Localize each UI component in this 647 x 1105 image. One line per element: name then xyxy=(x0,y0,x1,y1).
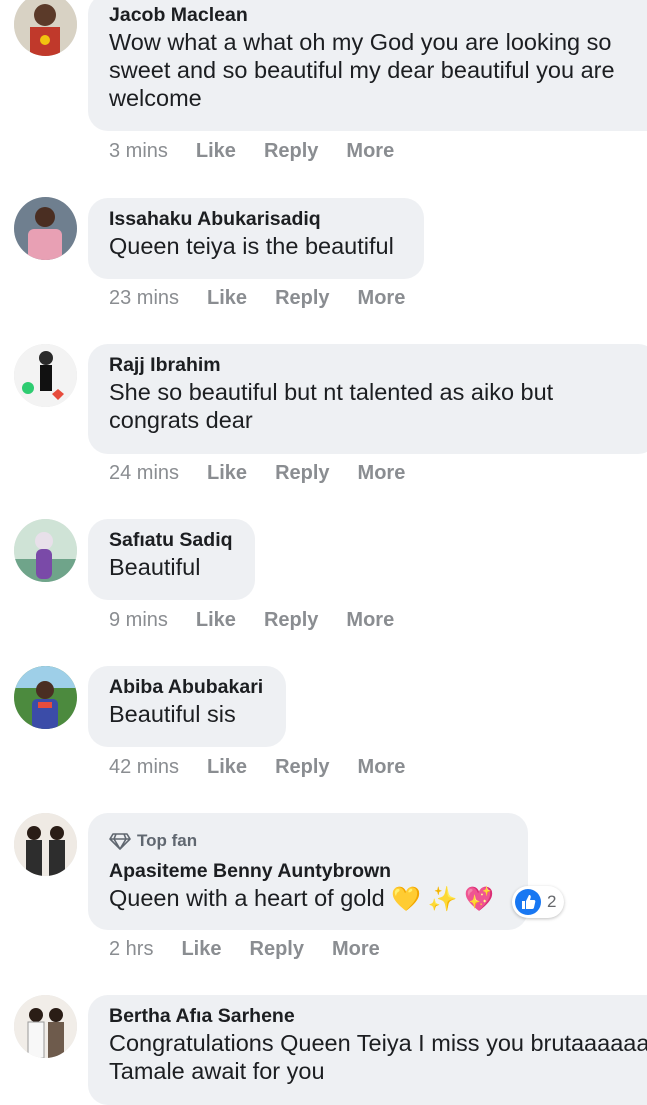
avatar[interactable] xyxy=(14,666,77,729)
comment-author[interactable]: Issahaku Abukarisadiq xyxy=(109,207,404,232)
like-button[interactable]: Like xyxy=(207,287,247,310)
comment-text: She so beautiful but nt talented as aiko… xyxy=(109,379,554,433)
avatar[interactable] xyxy=(14,0,77,56)
comment-author[interactable]: Abiba Abubakari xyxy=(109,675,266,700)
comment-text: Beautiful sis xyxy=(109,701,236,727)
avatar[interactable] xyxy=(14,197,77,260)
reply-button[interactable]: Reply xyxy=(264,609,318,632)
comment-bubble: Jacob Maclean Wow what a what oh my God … xyxy=(88,0,647,131)
more-button[interactable]: More xyxy=(358,462,406,485)
comment-author[interactable]: Apasiteme Benny Auntybrown xyxy=(109,859,508,884)
like-button[interactable]: Like xyxy=(196,140,236,163)
comment-author[interactable]: Jacob Maclean xyxy=(109,3,647,28)
more-button[interactable]: More xyxy=(358,287,406,310)
comment-author[interactable]: Rajj Ibrahim xyxy=(109,353,638,378)
like-button[interactable]: Like xyxy=(181,938,221,961)
top-fan-badge: Top fan xyxy=(109,830,508,852)
reaction-count: 2 xyxy=(547,892,557,911)
top-fan-label: Top fan xyxy=(137,831,198,850)
comment-text: Queen teiya is the beautiful xyxy=(109,233,394,259)
comment-bubble: Top fan Apasiteme Benny Auntybrown Queen… xyxy=(88,813,528,930)
comment-author[interactable]: Bertha Afıa Sarhene xyxy=(109,1004,647,1029)
comment-actions: 9 mins Like Reply More xyxy=(109,606,422,634)
comment-actions: 24 mins Like Reply More xyxy=(109,459,433,487)
reaction-summary[interactable]: 2 xyxy=(512,886,565,918)
comment-author[interactable]: Safıatu Sadiq xyxy=(109,528,235,553)
timestamp[interactable]: 2 hrs xyxy=(109,938,153,961)
comment-text: Beautiful xyxy=(109,554,201,580)
diamond-icon xyxy=(109,833,131,850)
comment-actions: 42 mins Like Reply More xyxy=(109,753,433,781)
comment-bubble: Abiba Abubakari Beautiful sis xyxy=(88,666,286,747)
timestamp[interactable]: 23 mins xyxy=(109,287,179,310)
yellow-heart-emoji: 💛 xyxy=(391,885,422,913)
like-button[interactable]: Like xyxy=(196,609,236,632)
reply-button[interactable]: Reply xyxy=(275,756,329,779)
timestamp[interactable]: 42 mins xyxy=(109,756,179,779)
comment-actions: 23 mins Like Reply More xyxy=(109,284,433,312)
comment-bubble: Bertha Afıa Sarhene Congratulations Quee… xyxy=(88,995,647,1105)
sparkles-emoji: ✨ xyxy=(427,885,458,913)
more-button[interactable]: More xyxy=(346,609,394,632)
more-button[interactable]: More xyxy=(346,140,394,163)
reply-button[interactable]: Reply xyxy=(264,140,318,163)
avatar[interactable] xyxy=(14,344,77,407)
comment-text-body: Queen with a heart of gold xyxy=(109,885,385,911)
more-button[interactable]: More xyxy=(332,938,380,961)
timestamp[interactable]: 24 mins xyxy=(109,462,179,485)
timestamp[interactable]: 9 mins xyxy=(109,609,168,632)
more-button[interactable]: More xyxy=(358,756,406,779)
comment-actions: 3 mins Like Reply More xyxy=(109,137,422,165)
comment-text: Wow what a what oh my God you are lookin… xyxy=(109,29,615,111)
avatar[interactable] xyxy=(14,519,77,582)
sparkling-heart-emoji: 💖 xyxy=(464,885,494,913)
like-button[interactable]: Like xyxy=(207,462,247,485)
like-button[interactable]: Like xyxy=(207,756,247,779)
timestamp[interactable]: 3 mins xyxy=(109,140,168,163)
comment-text: Congratulations Queen Teiya I miss you b… xyxy=(109,1030,647,1084)
comment-bubble: Safıatu Sadiq Beautiful xyxy=(88,519,255,600)
like-icon xyxy=(515,889,541,915)
comment-actions: 2 hrs Like Reply More xyxy=(109,935,408,963)
reply-button[interactable]: Reply xyxy=(250,938,304,961)
comment-text: Queen with a heart of gold 💛 ✨ 💖 xyxy=(109,884,508,914)
comment-bubble: Rajj Ibrahim She so beautiful but nt tal… xyxy=(88,344,647,454)
avatar[interactable] xyxy=(14,813,77,876)
comment-bubble: Issahaku Abukarisadiq Queen teiya is the… xyxy=(88,198,424,279)
reply-button[interactable]: Reply xyxy=(275,462,329,485)
reply-button[interactable]: Reply xyxy=(275,287,329,310)
avatar[interactable] xyxy=(14,995,77,1058)
